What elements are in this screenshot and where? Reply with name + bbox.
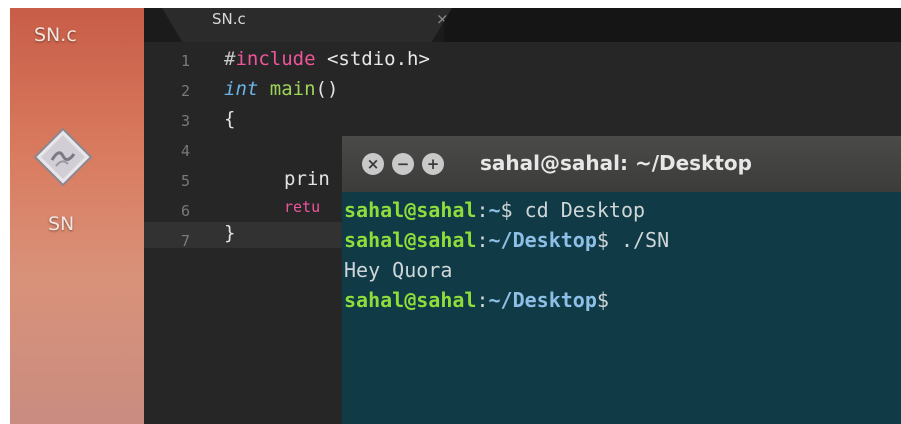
terminal-output[interactable]: sahal@sahal:~$ cd Desktop sahal@sahal:~/…	[342, 192, 901, 424]
line-number: 5	[180, 172, 190, 190]
line-number: 4	[180, 142, 190, 160]
terminal-line: sahal@sahal:~/Desktop$	[344, 288, 609, 312]
line-number: 7	[180, 232, 190, 250]
maximize-window-icon[interactable]: +	[422, 153, 444, 175]
desktop-executable-label[interactable]: SN	[48, 213, 74, 235]
line-number: 6	[180, 202, 190, 220]
terminal-line: sahal@sahal:~/Desktop$ ./SN	[344, 228, 669, 252]
tab-sn-c[interactable]: SN.c ×	[162, 8, 452, 42]
code-line-7[interactable]: }	[224, 222, 235, 244]
function-name: main	[258, 78, 316, 100]
code-line-3[interactable]: {	[224, 108, 235, 130]
prompt-path: ~/Desktop	[488, 228, 597, 252]
code-line-1[interactable]: #include <stdio.h>	[224, 48, 430, 70]
prompt-separator: :	[476, 198, 489, 222]
prompt-user: sahal@sahal	[344, 228, 477, 252]
close-window-icon[interactable]: ×	[362, 153, 384, 175]
prompt-user: sahal@sahal	[344, 288, 477, 312]
prompt-command: $ cd Desktop	[500, 198, 646, 222]
prompt-user: sahal@sahal	[344, 198, 477, 222]
editor-tab-bar: SN.c ×	[144, 8, 901, 42]
include-keyword: include	[235, 48, 316, 70]
prompt-separator: :	[476, 228, 489, 252]
line-number: 2	[180, 82, 190, 100]
prompt-command: $	[596, 288, 609, 312]
line-number: 1	[180, 52, 190, 70]
tab-bar-empty-area	[444, 8, 901, 42]
parens: ()	[315, 78, 339, 100]
preprocessor-hash: #	[224, 48, 236, 70]
desktop-area: SN.c SN	[10, 8, 144, 424]
terminal-title: sahal@sahal: ~/Desktop	[480, 151, 752, 175]
header-name: <stdio.h>	[315, 48, 430, 70]
executable-file-icon[interactable]	[32, 126, 94, 188]
prompt-separator: :	[476, 288, 489, 312]
prompt-path: ~	[488, 198, 501, 222]
type-keyword: int	[224, 78, 259, 100]
minimize-window-icon[interactable]: −	[392, 153, 414, 175]
desktop-file-label[interactable]: SN.c	[34, 24, 77, 46]
prompt-command: $ ./SN	[596, 228, 670, 252]
terminal-window[interactable]: × − + sahal@sahal: ~/Desktop sahal@sahal…	[342, 136, 901, 424]
program-output: Hey Quora	[344, 258, 453, 282]
tab-title: SN.c	[212, 10, 246, 28]
terminal-line: sahal@sahal:~$ cd Desktop	[344, 198, 645, 222]
prompt-path: ~/Desktop	[488, 288, 597, 312]
code-line-2[interactable]: int main()	[224, 78, 338, 100]
line-number: 3	[180, 112, 190, 130]
terminal-title-bar[interactable]: × − + sahal@sahal: ~/Desktop	[342, 136, 901, 192]
code-line-6[interactable]: retu	[284, 198, 320, 216]
code-line-5[interactable]: prin	[284, 168, 330, 190]
